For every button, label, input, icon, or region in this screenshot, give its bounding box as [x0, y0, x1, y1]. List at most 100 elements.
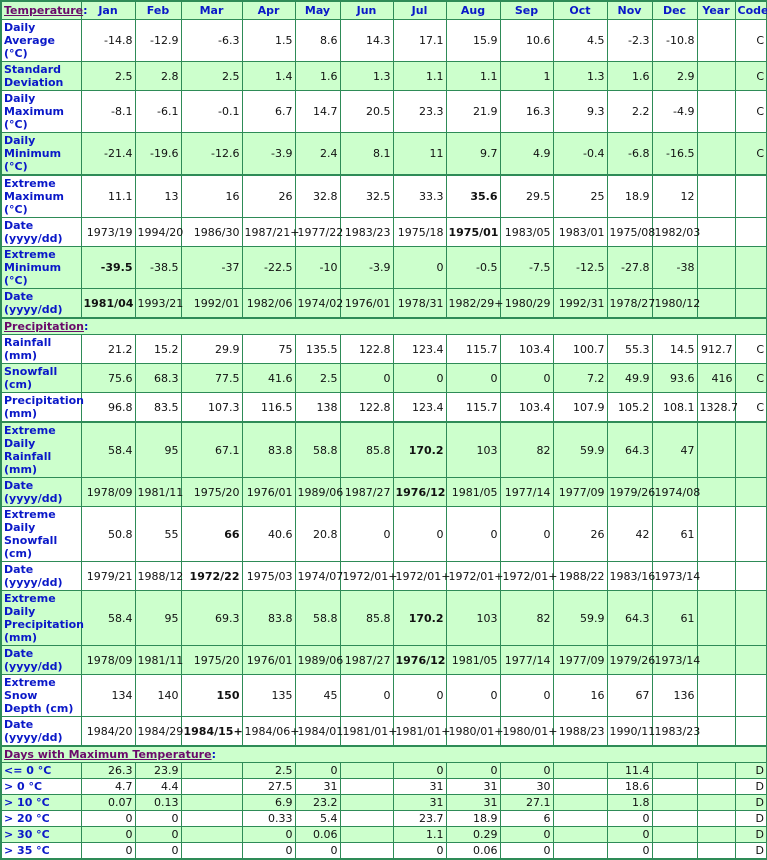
value-cell-may: 0	[294, 762, 341, 779]
value-cell-oct: -0.4	[552, 132, 608, 176]
value-cell-jun: -3.9	[339, 246, 394, 289]
value-cell-feb: 55	[134, 506, 182, 562]
value-cell-aug: 0	[445, 762, 501, 779]
value-cell-jun: 8.1	[339, 132, 394, 176]
year-cell	[696, 132, 736, 176]
value-cell-jul: 1975/18	[392, 217, 447, 247]
value-cell-nov: 1978/27	[606, 288, 655, 319]
value-cell-may: 14.7	[294, 90, 341, 133]
precipitation-section-link[interactable]: Precipitation	[4, 320, 84, 333]
value-cell-mar: 1972/22	[180, 561, 243, 591]
value-cell-nov: 1983/16	[606, 561, 655, 591]
value-cell-may: 58.8	[294, 590, 341, 646]
value-cell-sep: 6	[499, 810, 554, 827]
value-cell-feb: -19.6	[134, 132, 182, 176]
value-cell-may: 0	[294, 842, 341, 860]
value-cell-oct: 1992/31	[552, 288, 608, 319]
value-cell-jun: 32.5	[339, 174, 394, 218]
row-label: Standard Deviation	[0, 61, 82, 91]
value-cell-mar: -6.3	[180, 19, 243, 62]
value-cell-jan: 26.3	[80, 762, 136, 779]
value-cell-feb: 140	[134, 674, 182, 717]
value-cell-may: 45	[294, 674, 341, 717]
value-cell-jul: 11	[392, 132, 447, 176]
value-cell-dec	[651, 794, 698, 811]
value-cell-feb: 1988/12	[134, 561, 183, 591]
row-label: Extreme Daily Snowfall (cm)	[0, 506, 82, 562]
value-cell-aug: 31	[445, 778, 501, 795]
days-max-temp-section-link[interactable]: Days with Maximum Temperature	[4, 748, 212, 761]
value-cell-feb: 68.3	[134, 363, 182, 393]
col-header-jan: Jan	[80, 0, 136, 20]
row-label: Date (yyyy/dd)	[0, 477, 82, 507]
value-cell-mar: 2.5	[180, 61, 243, 91]
code-cell	[734, 561, 767, 591]
table-row: Precipitation (mm) 96.8 83.5 107.3 116.5 138 1…	[0, 392, 767, 423]
value-cell-feb: -38.5	[134, 246, 182, 289]
value-cell-sep: 82	[499, 590, 554, 646]
row-label: Date (yyyy/dd)	[0, 288, 82, 319]
value-cell-oct: 26	[552, 506, 608, 562]
value-cell-apr: 1976/01	[241, 645, 296, 675]
value-cell-feb: 95	[134, 590, 182, 646]
value-cell-apr: 41.6	[241, 363, 296, 393]
value-cell-jul: 0	[392, 842, 447, 860]
value-cell-dec	[651, 826, 698, 843]
year-cell: 416	[696, 363, 736, 393]
value-cell-nov: 64.3	[606, 421, 653, 478]
value-cell-sep: 0	[499, 363, 554, 393]
value-cell-oct: 25	[552, 174, 608, 218]
value-cell-mar: -0.1	[180, 90, 243, 133]
year-cell	[696, 794, 736, 811]
value-cell-oct: 107.9	[552, 392, 608, 423]
temperature-section-link[interactable]: Temperature	[4, 4, 83, 17]
value-cell-feb: 13	[134, 174, 182, 218]
table-row: Daily Maximum (°C) -8.1 -6.1 -0.1 6.7 14.7 20.…	[0, 90, 767, 133]
value-cell-sep: 1977/14	[499, 645, 554, 675]
value-cell-nov: 42	[606, 506, 653, 562]
table-row: Daily Minimum (°C) -21.4 -19.6 -12.6 -3.9 2.4…	[0, 132, 767, 176]
value-cell-nov: 67	[606, 674, 653, 717]
value-cell-apr: 83.8	[241, 421, 296, 478]
value-cell-may: 2.4	[294, 132, 341, 176]
value-cell-apr: 1984/06+	[241, 716, 299, 747]
table-row: > 30 °C 0 0 0 0.06 1.1 0.29 0 0 D	[0, 826, 767, 843]
value-cell-may: 31	[294, 778, 341, 795]
col-header-oct: Oct	[552, 0, 608, 20]
row-label: <= 0 °C	[0, 762, 82, 779]
year-cell	[696, 421, 736, 478]
value-cell-jun	[339, 826, 394, 843]
code-cell: D	[734, 762, 767, 779]
value-cell-apr: 75	[241, 334, 296, 364]
value-cell-dec: 47	[651, 421, 698, 478]
value-cell-oct	[552, 762, 608, 779]
value-cell-sep: 0	[499, 506, 554, 562]
value-cell-jul: 1976/12	[392, 645, 447, 675]
value-cell-aug: 15.9	[445, 19, 501, 62]
value-cell-apr: 1982/06	[241, 288, 296, 319]
value-cell-jun: 0	[339, 674, 394, 717]
value-cell-nov: 11.4	[606, 762, 653, 779]
value-cell-dec: 1974/08	[651, 477, 700, 507]
value-cell-jun	[339, 762, 394, 779]
value-cell-nov: 0	[606, 810, 653, 827]
value-cell-feb: 15.2	[134, 334, 182, 364]
value-cell-oct	[552, 778, 608, 795]
value-cell-jan: 0	[80, 826, 136, 843]
value-cell-jul: 0	[392, 762, 447, 779]
value-cell-mar	[180, 810, 243, 827]
value-cell-jan: 1984/20	[80, 716, 136, 747]
row-label: Precipitation (mm)	[0, 392, 84, 423]
value-cell-jun: 122.8	[339, 392, 394, 423]
value-cell-may: 1974/07	[294, 561, 343, 591]
value-cell-jan: -8.1	[80, 90, 136, 133]
value-cell-oct: 1988/22	[552, 561, 608, 591]
value-cell-aug: 1981/05	[445, 477, 501, 507]
value-cell-jun: 85.8	[339, 590, 394, 646]
value-cell-jul: 123.4	[392, 334, 447, 364]
value-cell-apr: 0.33	[241, 810, 296, 827]
value-cell-feb: 23.9	[134, 762, 182, 779]
year-cell	[696, 842, 736, 860]
value-cell-sep: 1980/29	[499, 288, 554, 319]
value-cell-aug: 0.06	[445, 842, 501, 860]
